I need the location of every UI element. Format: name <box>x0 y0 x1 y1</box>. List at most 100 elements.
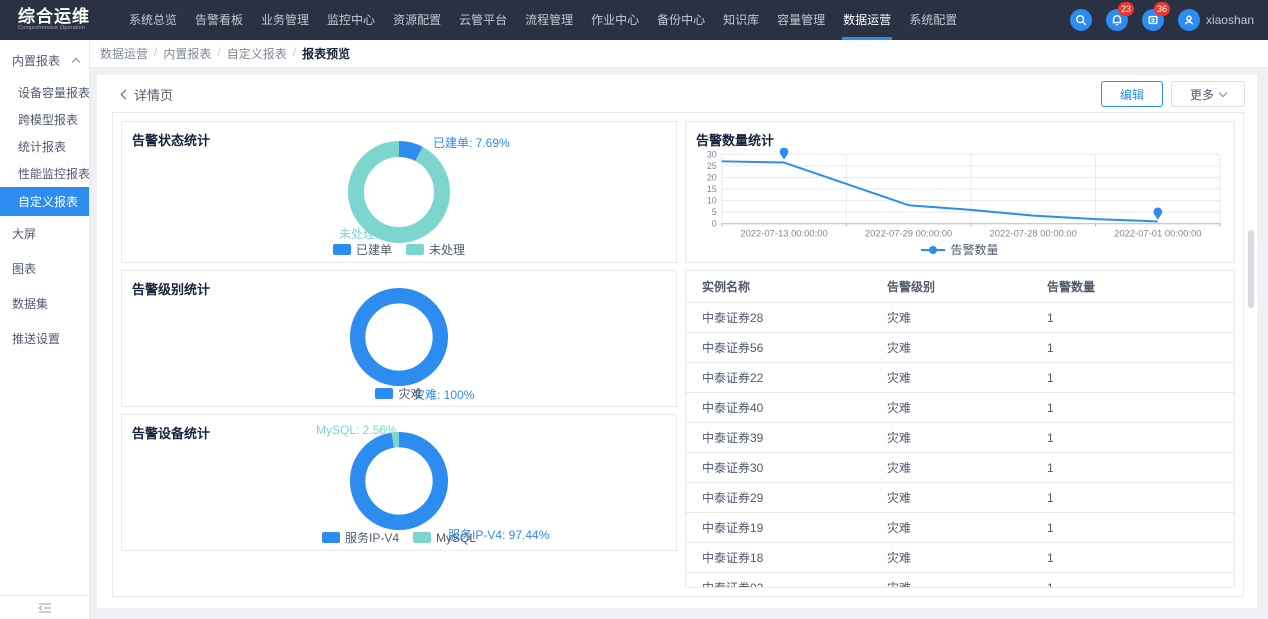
nav-item-4[interactable]: 资源配置 <box>384 0 450 40</box>
edit-button[interactable]: 编辑 <box>1101 81 1163 107</box>
more-button[interactable]: 更多 <box>1171 81 1245 107</box>
search-icon <box>1075 14 1087 26</box>
table-cell-1: 灾难 <box>871 339 1031 356</box>
legend-item-0[interactable]: 服务IP-V4 <box>322 529 399 546</box>
svg-text:15: 15 <box>707 184 717 194</box>
table-row: 中泰证券18灾难1 <box>686 543 1234 573</box>
svg-text:20: 20 <box>707 172 717 182</box>
nav-item-7[interactable]: 作业中心 <box>582 0 648 40</box>
tasks-badge: 36 <box>1154 2 1170 16</box>
svg-text:30: 30 <box>707 149 717 159</box>
line-series-marker <box>921 249 945 251</box>
table-cell-0: 中泰证券19 <box>686 519 871 536</box>
breadcrumb-separator: / <box>293 45 296 62</box>
tasks-button[interactable]: 36 <box>1142 9 1164 31</box>
nav-item-3[interactable]: 监控中心 <box>318 0 384 40</box>
username: xiaoshan <box>1206 13 1254 27</box>
sidebar-item-1[interactable]: 图表 <box>0 251 89 286</box>
breadcrumb-link[interactable]: 数据运营 <box>100 45 148 62</box>
table-cell-2: 1 <box>1031 521 1234 535</box>
sidebar-subitem-2[interactable]: 统计报表 <box>0 133 89 160</box>
table-cell-2: 1 <box>1031 341 1234 355</box>
nav-item-0[interactable]: 系统总览 <box>120 0 186 40</box>
sidebar-item-2[interactable]: 数据集 <box>0 286 89 321</box>
table-row: 中泰证券22灾难1 <box>686 363 1234 393</box>
pie-legend: 已建单未处理 <box>122 241 676 258</box>
nav-menu: 系统总览告警看板业务管理监控中心资源配置云管平台流程管理作业中心备份中心知识库容… <box>120 0 966 40</box>
table-row: 中泰证券28灾难1 <box>686 303 1234 333</box>
line-legend: 告警数量 <box>686 241 1234 258</box>
breadcrumb-current: 报表预览 <box>302 45 350 62</box>
alert-table: 实例名称告警级别告警数量中泰证券28灾难1中泰证券56灾难1中泰证券22灾难1中… <box>686 271 1234 587</box>
chevron-up-icon <box>72 58 80 66</box>
sidebar-group-builtin-reports[interactable]: 内置报表 <box>0 40 89 79</box>
chevron-down-icon <box>1219 88 1227 96</box>
table-cell-2: 1 <box>1031 401 1234 415</box>
table-cell-1: 灾难 <box>871 489 1031 506</box>
user-icon <box>1183 14 1195 26</box>
line-chart: 0510152025302022-07-13 00:00:002022-07-2… <box>692 148 1228 242</box>
legend-swatch <box>413 532 431 543</box>
breadcrumb: 数据运营/内置报表/自定义报表/报表预览 <box>100 45 350 62</box>
legend-item-1[interactable]: 未处理 <box>406 241 465 258</box>
collapse-sidebar-button[interactable] <box>0 595 89 619</box>
table-cell-1: 灾难 <box>871 369 1031 386</box>
table-cell-0: 中泰证券29 <box>686 489 871 506</box>
sidebar-subitem-1[interactable]: 跨模型报表 <box>0 106 89 133</box>
nav-item-1[interactable]: 告警看板 <box>186 0 252 40</box>
avatar <box>1178 9 1200 31</box>
sidebar-item-3[interactable]: 推送设置 <box>0 321 89 356</box>
nav-item-8[interactable]: 备份中心 <box>648 0 714 40</box>
table-cell-2: 1 <box>1031 311 1234 325</box>
scrollbar-thumb[interactable] <box>1248 230 1254 308</box>
legend-item-alert-count[interactable]: 告警数量 <box>921 241 998 258</box>
nav-item-11[interactable]: 数据运营 <box>834 0 900 40</box>
chart-card-alert-status: 告警状态统计 已建单: 7.69%未处理: 92.31%已建单未处理 <box>121 121 677 263</box>
legend-swatch <box>406 244 424 255</box>
app-subtitle: Comprehensive Operation <box>18 25 95 31</box>
sidebar-subitem-3[interactable]: 性能监控报表 <box>0 160 89 187</box>
nav-item-12[interactable]: 系统配置 <box>900 0 966 40</box>
table-cell-2: 1 <box>1031 581 1234 589</box>
user-menu[interactable]: xiaoshan <box>1178 9 1254 31</box>
breadcrumb-link[interactable]: 自定义报表 <box>227 45 287 62</box>
chart-title: 告警设备统计 <box>132 423 210 442</box>
legend-item-1[interactable]: MySQL <box>413 529 476 546</box>
back-to-detail-link[interactable]: 详情页 <box>122 85 173 104</box>
table-row: 中泰证券56灾难1 <box>686 333 1234 363</box>
sidebar-subitem-0[interactable]: 设备容量报表 <box>0 79 89 106</box>
table-header-cell-0: 实例名称 <box>686 278 871 295</box>
notifications-button[interactable]: 23 <box>1106 9 1128 31</box>
legend-item-0[interactable]: 已建单 <box>333 241 392 258</box>
alert-table-card: 实例名称告警级别告警数量中泰证券28灾难1中泰证券56灾难1中泰证券22灾难1中… <box>685 270 1235 588</box>
nav-item-9[interactable]: 知识库 <box>714 0 768 40</box>
chevron-left-icon <box>121 90 131 100</box>
table-cell-1: 灾难 <box>871 549 1031 566</box>
svg-text:2022-07-28 00:00:00: 2022-07-28 00:00:00 <box>990 228 1077 239</box>
nav-item-6[interactable]: 流程管理 <box>516 0 582 40</box>
task-board-icon <box>1147 14 1159 26</box>
app-logo[interactable]: 综合运维 Comprehensive Operation <box>0 8 112 32</box>
pie-slice-label: MySQL: 2.56% <box>316 423 397 437</box>
table-header-cell-1: 告警级别 <box>871 278 1031 295</box>
legend-label: 已建单 <box>356 241 392 258</box>
nav-item-5[interactable]: 云管平台 <box>450 0 516 40</box>
more-button-label: 更多 <box>1190 86 1214 103</box>
search-button[interactable] <box>1070 9 1092 31</box>
legend-swatch <box>375 388 393 399</box>
legend-item-0[interactable]: 灾难 <box>375 385 422 402</box>
pie-slice-label: 已建单: 7.69% <box>433 134 510 151</box>
table-cell-0: 中泰证券18 <box>686 549 871 566</box>
chart-title: 告警状态统计 <box>132 130 210 149</box>
edit-button-label: 编辑 <box>1120 86 1144 103</box>
chart-card-alert-device: 告警设备统计 服务IP-V4: 97.44%MySQL: 2.56%服务IP-V… <box>121 414 677 551</box>
donut-chart <box>349 287 449 387</box>
sidebar-subitem-4[interactable]: 自定义报表 <box>0 187 89 216</box>
nav-item-2[interactable]: 业务管理 <box>252 0 318 40</box>
breadcrumb-link[interactable]: 内置报表 <box>163 45 211 62</box>
table-cell-2: 1 <box>1031 491 1234 505</box>
nav-item-10[interactable]: 容量管理 <box>768 0 834 40</box>
back-link-label: 详情页 <box>134 85 173 104</box>
legend-label: 服务IP-V4 <box>345 529 399 546</box>
sidebar-item-0[interactable]: 大屏 <box>0 216 89 251</box>
